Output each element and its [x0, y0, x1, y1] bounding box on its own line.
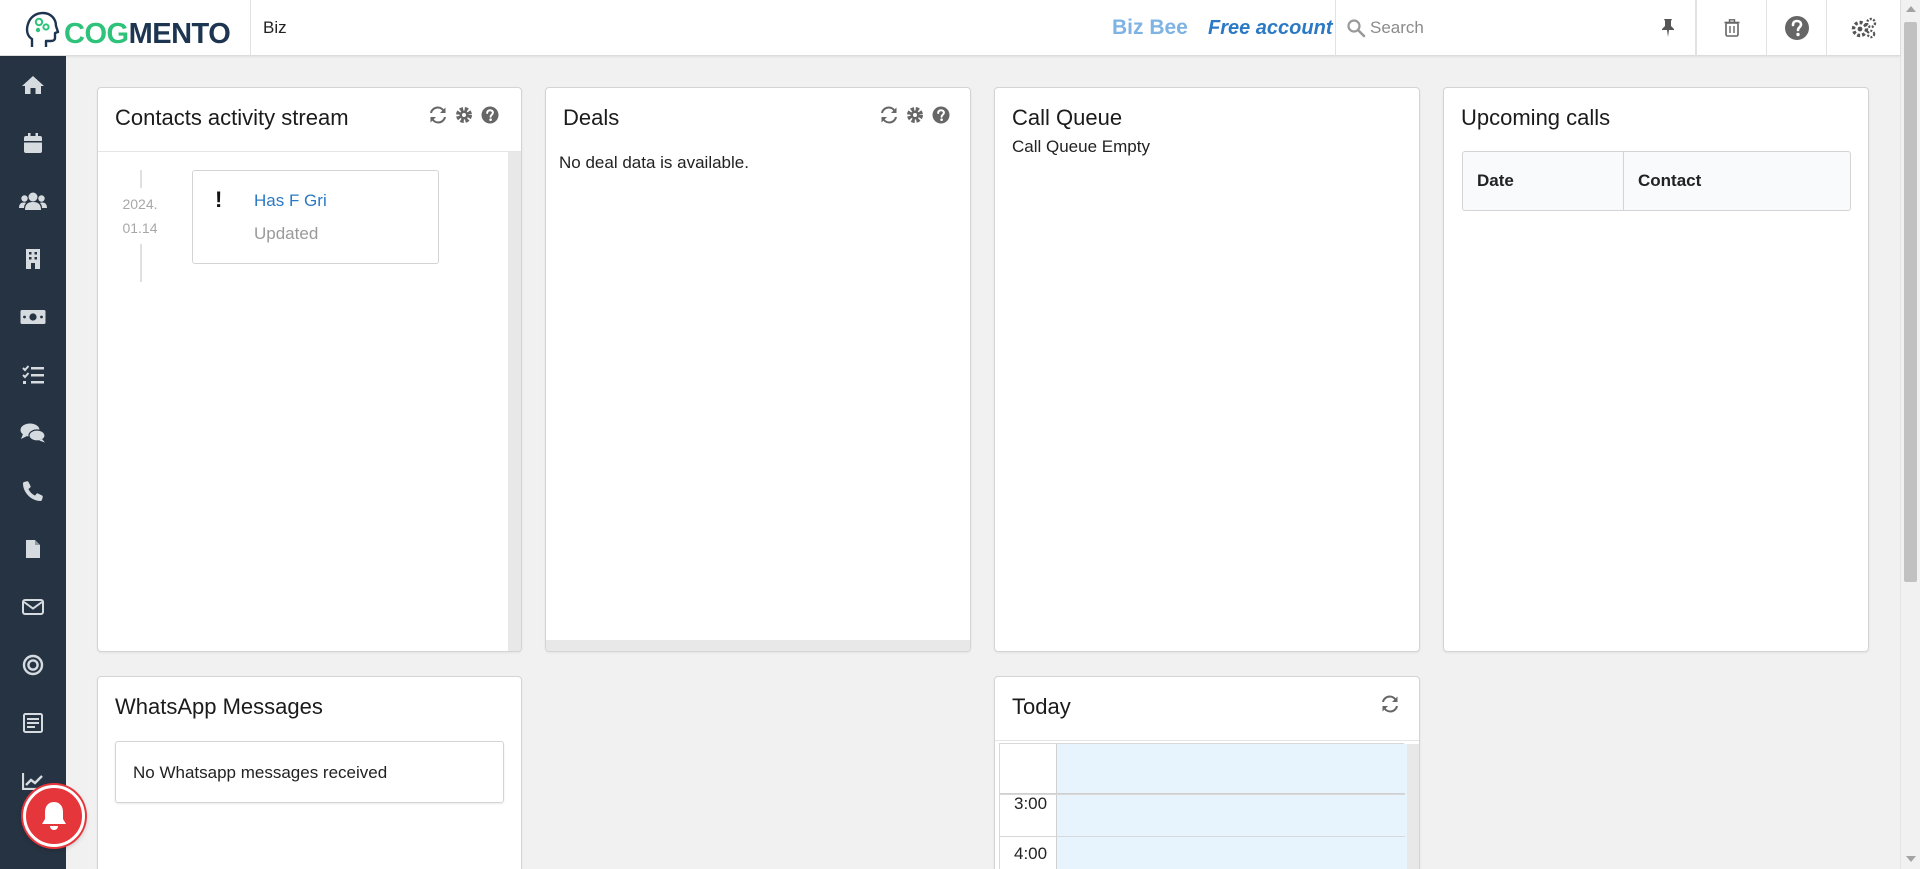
sidebar-item-companies[interactable]: [0, 235, 66, 283]
sidebar-item-campaigns[interactable]: [0, 641, 66, 689]
help-icon: [1784, 16, 1809, 40]
sidebar-item-calendar[interactable]: [0, 119, 66, 167]
today-title: Today: [1012, 694, 1071, 719]
home-icon: [22, 76, 44, 94]
scroll-up-arrow-icon[interactable]: [1906, 6, 1916, 12]
deals-card: Deals No deal data is available.: [545, 87, 971, 652]
bell-icon: [42, 802, 66, 830]
trash-icon: [1724, 19, 1739, 37]
search-icon: [1347, 19, 1366, 38]
sidebar-item-forms[interactable]: [0, 699, 66, 747]
settings-icon: [1851, 17, 1876, 39]
tasks-icon: [22, 365, 44, 384]
logo-head-icon: [25, 11, 60, 47]
event-status: Updated: [254, 224, 319, 243]
pin-icon: [1662, 19, 1674, 37]
sidebar-item-deals[interactable]: [0, 293, 66, 341]
campaigns-icon: [22, 654, 44, 676]
timeline-line-bottom: [140, 244, 142, 282]
whatsapp-empty-message: No Whatsapp messages received: [133, 763, 388, 782]
logo[interactable]: COGMENTO: [24, 9, 231, 50]
help-button[interactable]: [1766, 0, 1826, 56]
time-label: 4:00: [1014, 844, 1048, 863]
refresh-icon[interactable]: [879, 105, 899, 125]
timeline-line-top: [140, 170, 142, 188]
whatsapp-empty-box: No Whatsapp messages received: [115, 741, 504, 803]
gear-icon[interactable]: [454, 105, 474, 125]
whatsapp-card: WhatsApp Messages No Whatsapp messages r…: [97, 676, 522, 869]
column-header-contact[interactable]: Contact: [1624, 152, 1850, 210]
pin-button[interactable]: [1640, 0, 1696, 56]
sidebar-item-contacts[interactable]: [0, 177, 66, 225]
help-circle-icon[interactable]: [931, 105, 951, 125]
deals-empty-message: No deal data is available.: [559, 153, 749, 172]
sidebar-item-email[interactable]: [0, 583, 66, 631]
email-icon: [22, 599, 44, 615]
scroll-thumb[interactable]: [1904, 22, 1917, 582]
gear-icon[interactable]: [905, 105, 925, 125]
activity-scrollbar[interactable]: [508, 152, 521, 651]
workspace-name: Biz: [263, 18, 287, 37]
deals-title: Deals: [563, 105, 620, 130]
contacts-icon: [19, 192, 47, 210]
deals-scrollbar[interactable]: [546, 640, 970, 651]
search-input[interactable]: [1370, 13, 1670, 43]
help-circle-icon[interactable]: [480, 105, 500, 125]
deals-tools: [879, 105, 951, 125]
deals-icon: [20, 310, 46, 324]
calendar-scrollbar[interactable]: [1407, 744, 1419, 869]
time-label: 3:00: [1014, 794, 1048, 813]
call-queue-title: Call Queue: [1012, 105, 1123, 130]
calls-icon: [23, 481, 43, 501]
notification-bell-button[interactable]: [23, 785, 85, 847]
whatsapp-title: WhatsApp Messages: [115, 694, 323, 719]
logo-divider: [250, 0, 251, 56]
today-card: Today 3:00 4:00: [994, 676, 1420, 869]
alert-marker-icon: !: [215, 187, 223, 212]
all-day-row[interactable]: [1000, 744, 1405, 794]
refresh-icon[interactable]: [428, 105, 448, 125]
event-contact-link[interactable]: Has F Gri: [254, 191, 327, 211]
calendar-icon: [24, 133, 42, 153]
logo-wordmark: COGMENTO: [64, 18, 231, 50]
cases-icon: [20, 423, 46, 443]
refresh-icon[interactable]: [1380, 694, 1400, 714]
scroll-down-arrow-icon[interactable]: [1906, 856, 1916, 862]
sidebar-item-home[interactable]: [0, 61, 66, 109]
trash-button[interactable]: [1696, 0, 1766, 56]
contacts-activity-title: Contacts activity stream: [115, 105, 349, 130]
event-date: 2024. 01.14: [122, 196, 158, 236]
settings-button[interactable]: [1826, 0, 1900, 56]
page-scrollbar[interactable]: [1900, 0, 1920, 869]
plan-link[interactable]: Free account: [1208, 17, 1332, 40]
activity-event: ! Has F Gri Updated: [192, 170, 439, 264]
call-queue-empty-message: Call Queue Empty: [1012, 137, 1150, 156]
sidebar-item-cases[interactable]: [0, 409, 66, 457]
upcoming-calls-table: Date Contact: [1462, 151, 1851, 211]
header-divider: [995, 740, 1419, 741]
documents-icon: [26, 540, 40, 558]
sidebar-item-calls[interactable]: [0, 467, 66, 515]
today-tools: [1380, 694, 1400, 714]
upcoming-calls-title: Upcoming calls: [1461, 105, 1611, 130]
sidebar-item-documents[interactable]: [0, 525, 66, 573]
header-divider: [98, 151, 521, 152]
call-queue-card: Call Queue Call Queue Empty: [994, 87, 1420, 652]
sidebar-item-tasks[interactable]: [0, 351, 66, 399]
upcoming-calls-card: Upcoming calls Date Contact: [1443, 87, 1869, 652]
hour-line: [1000, 794, 1405, 795]
forms-icon: [23, 713, 43, 733]
contacts-activity-card: Contacts activity stream 2024. 01.14 ! Ha…: [97, 87, 522, 652]
hour-line: [1000, 836, 1405, 837]
column-header-date[interactable]: Date: [1463, 152, 1624, 210]
user-name-link[interactable]: Biz Bee: [1112, 16, 1188, 40]
contacts-activity-tools: [428, 105, 500, 125]
companies-icon: [26, 249, 40, 269]
sidebar: [0, 56, 66, 869]
top-bar: COGMENTO Biz Biz Bee Free account: [0, 0, 1900, 56]
today-calendar: 3:00 4:00: [999, 743, 1419, 869]
